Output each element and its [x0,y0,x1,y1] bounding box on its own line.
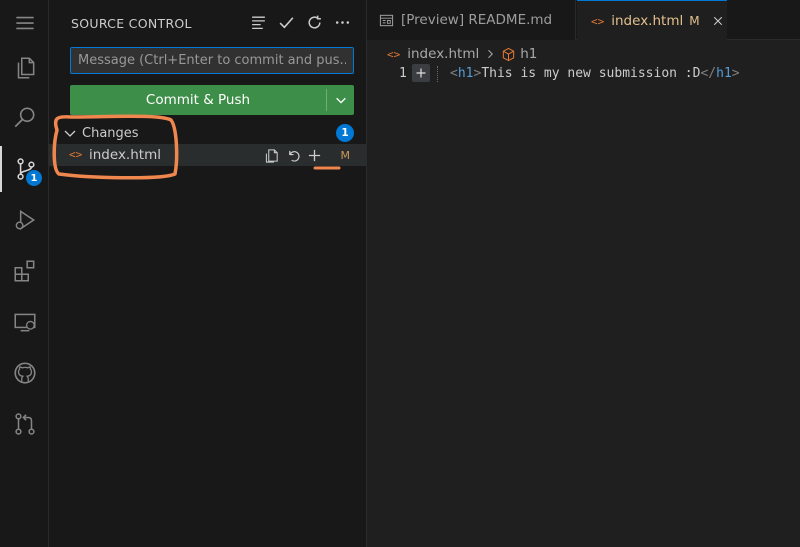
view-as-tree-button[interactable] [248,12,268,32]
code-content[interactable]: <h1>This is my new submission :D</h1> [450,66,740,81]
discard-icon [288,150,300,162]
changes-count-badge: 1 [336,124,354,142]
chevron-right-icon [488,49,494,59]
chevron-down-icon [335,97,346,104]
breadcrumb-symbol[interactable]: h1 [520,46,537,62]
commit-push-button[interactable]: Commit & Push [70,85,354,115]
html-file-icon: <> [387,47,401,61]
commit-dropdown-button[interactable] [327,85,354,115]
file-status-badge: M [340,149,351,162]
search-icon [14,107,34,128]
editor-area: [Preview] README.md <> index.html M <> i… [367,0,800,547]
modified-line-gutter [437,66,438,82]
changed-file-name[interactable]: index.html [89,147,161,163]
code-token: < [450,66,458,81]
file-row-actions [264,147,322,163]
symbol-element-icon [503,47,515,61]
explorer-icon [17,57,34,79]
close-icon [713,16,722,26]
extensions-icon [13,260,34,282]
preview-icon [379,14,394,26]
breadcrumb: <> index.html h1 [387,46,537,62]
code-line[interactable]: 1 <h1>This is my new submission :D</h1> [367,64,800,84]
breadcrumb-file[interactable]: index.html [407,46,479,62]
search-button[interactable] [0,95,49,141]
view-as-tree-icon [251,16,265,29]
code-token: h1 [457,66,474,81]
changes-label: Changes [82,125,139,141]
more-icon [335,20,349,24]
add-comment-button[interactable] [412,64,430,82]
code-token: </ [700,66,717,81]
github-icon [13,362,36,384]
commit-push-label[interactable]: Commit & Push [70,85,326,115]
chevron-down-icon [64,130,76,137]
remote-explorer-button[interactable] [0,299,49,345]
run-debug-button[interactable] [0,197,49,243]
commit-check-button[interactable] [276,12,296,32]
github-button[interactable] [0,350,49,396]
stage-icon [308,149,320,161]
run-debug-icon [15,209,35,231]
menu-icon [15,16,34,30]
menu-button[interactable] [0,0,49,46]
tab-readme-preview[interactable]: [Preview] README.md [367,0,576,40]
commit-message-input[interactable] [70,47,354,74]
code-token: h1 [716,66,732,81]
editor-tabs: [Preview] README.md <> index.html M [367,0,800,41]
panel-actions [248,12,352,32]
tab-modified-status: M [689,14,700,28]
explorer-button[interactable] [0,45,49,91]
open-file-icon [265,148,278,163]
discard-changes-button[interactable] [285,147,301,163]
remote-explorer-icon [13,313,36,332]
open-file-button[interactable] [264,147,280,163]
changes-group-header[interactable]: Changes 1 [62,123,358,143]
tab-label: [Preview] README.md [401,12,553,28]
code-token: This is my new submission :D [481,66,701,81]
stage-changes-button[interactable] [306,147,322,163]
html-file-icon: <> [591,14,605,28]
more-actions-button[interactable] [332,12,352,32]
plus-icon [416,68,426,78]
panel-title: SOURCE CONTROL [71,16,192,31]
source-control-button[interactable]: 1 [0,146,49,192]
pull-request-icon [14,413,35,435]
tab-label: index.html [611,13,684,29]
source-control-badge: 1 [26,170,42,186]
html-file-icon: <> [69,148,83,161]
source-control-panel: SOURCE CONTROL Commit & Push Changes 1 <… [49,0,367,547]
pull-request-button[interactable] [0,401,49,447]
refresh-button[interactable] [304,12,324,32]
extensions-button[interactable] [0,248,49,294]
changed-file-row[interactable]: <> index.html M [49,144,366,166]
check-icon [279,16,293,28]
tab-index-html[interactable]: <> index.html M [577,0,727,41]
code-token: > [731,66,740,81]
activity-bar: 1 [0,0,49,547]
line-number: 1 [399,66,407,81]
refresh-icon [307,15,321,29]
close-tab-button[interactable] [710,13,726,29]
